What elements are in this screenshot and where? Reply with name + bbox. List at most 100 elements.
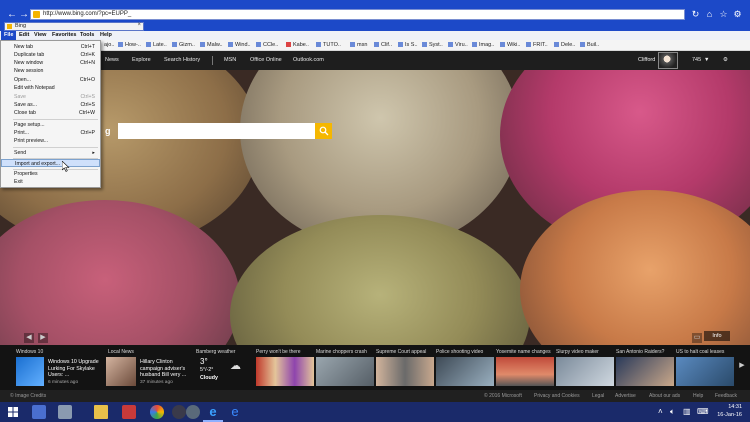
task-view-icon[interactable] [32, 405, 46, 419]
rewards-trophy-icon[interactable]: ▼ [704, 57, 709, 63]
news-category[interactable]: Supreme Court appeal [376, 349, 426, 355]
favorite-link[interactable]: Dele.. [554, 42, 575, 50]
favorite-link[interactable]: FRIT.. [526, 42, 548, 50]
news-headline[interactable]: Windows 10 Upgrade Lurking For Skylake U… [48, 359, 99, 379]
menu-item-new-window[interactable]: New window Ctrl+N [1, 59, 100, 67]
footer-link[interactable]: About our ads [649, 393, 680, 399]
news-category[interactable]: Slurpy video maker [556, 349, 599, 355]
refresh-icon[interactable]: ↻ [690, 9, 701, 20]
news-headline[interactable]: Hillary Clinton campaign adviser's husba… [140, 359, 186, 379]
menu-item-send[interactable]: Send ▸ [1, 149, 100, 157]
forward-arrow-icon[interactable]: → [18, 9, 30, 21]
news-category[interactable]: San Antonio Raiders? [616, 349, 664, 355]
footer-link[interactable]: Help [693, 393, 703, 399]
network-icon[interactable]: ▥ [683, 407, 691, 416]
menu-item-new-session[interactable]: New session [1, 67, 100, 75]
menu-view[interactable]: View [31, 31, 49, 40]
news-category[interactable]: Police shooting video [436, 349, 483, 355]
favorite-link[interactable]: Buil.. [580, 42, 599, 50]
info-button[interactable]: Info [704, 331, 730, 341]
favorite-link[interactable]: msn [350, 42, 367, 50]
news-thumbnail[interactable] [376, 357, 434, 386]
news-category[interactable]: Bamberg weather [196, 349, 235, 355]
favorite-link[interactable]: Malw.. [200, 42, 223, 50]
settings-icon[interactable] [172, 405, 186, 419]
user-name[interactable]: Clifford [638, 57, 655, 63]
prev-image-icon[interactable]: ◀ [24, 333, 34, 343]
footer-link[interactable]: Feedback [715, 393, 737, 399]
close-tab-icon[interactable]: × [137, 22, 141, 28]
address-bar[interactable]: http://www.bing.com/?pc=EUPP_ [30, 9, 685, 20]
menu-tools[interactable]: Tools [77, 31, 97, 40]
chrome-icon[interactable] [150, 405, 164, 419]
menu-item-close-tab[interactable]: Close tab Ctrl+W [1, 109, 100, 117]
footer-link[interactable]: Legal [592, 393, 604, 399]
news-category[interactable]: Perry won't be there [256, 349, 301, 355]
menu-item-print[interactable]: Print... Ctrl+P [1, 129, 100, 137]
menu-item-properties[interactable]: Properties [1, 170, 100, 178]
search-input[interactable] [118, 123, 315, 139]
edge-icon[interactable]: e [228, 405, 242, 419]
news-thumbnail[interactable] [436, 357, 494, 386]
nav-outlook[interactable]: Outlook.com [293, 57, 324, 63]
news-thumbnail[interactable] [316, 357, 374, 386]
favorite-link[interactable]: Is S.. [398, 42, 418, 50]
rewards-points[interactable]: 745 [692, 57, 701, 63]
nav-search-history[interactable]: Search History [164, 57, 200, 63]
file-explorer-icon[interactable] [94, 405, 108, 419]
news-category[interactable]: Yosemite name changes [496, 349, 551, 355]
favorite-link[interactable]: Wind.. [228, 42, 251, 50]
menu-item-edit-with-notepad[interactable]: Edit with Notepad [1, 84, 100, 92]
recycle-bin-icon[interactable] [58, 405, 72, 419]
avatar[interactable] [658, 52, 678, 69]
menu-item-open[interactable]: Open... Ctrl+O [1, 76, 100, 84]
home-icon[interactable]: ⌂ [704, 9, 715, 20]
clock-app-icon[interactable] [186, 405, 200, 419]
clock-time[interactable]: 14:31 [728, 404, 742, 410]
favorite-link[interactable]: CCle.. [256, 42, 278, 50]
news-thumbnail[interactable] [496, 357, 554, 386]
news-category[interactable]: Windows 10 [16, 349, 43, 355]
favorites-star-icon[interactable]: ☆ [718, 9, 729, 20]
footer-link[interactable]: © 2016 Microsoft [484, 393, 522, 399]
tray-up-arrow-icon[interactable]: ˄ [658, 407, 663, 416]
image-credits-link[interactable]: © Image Credits [10, 393, 46, 399]
news-category[interactable]: US to halt coal leases [676, 349, 724, 355]
favorite-link[interactable]: Clif.. [374, 42, 392, 50]
menu-help[interactable]: Help [97, 31, 115, 40]
news-category[interactable]: Local News [108, 349, 134, 355]
news-thumbnail[interactable] [256, 357, 314, 386]
favorite-link[interactable]: Wiki.. [500, 42, 520, 50]
menu-item-exit[interactable]: Exit [1, 178, 100, 186]
windows-start-icon[interactable] [6, 405, 20, 419]
clock-date[interactable]: 16-Jan-16 [717, 412, 742, 418]
menu-item-print-preview[interactable]: Print preview... [1, 137, 100, 145]
tab-bing[interactable]: Bing × [4, 22, 144, 31]
menu-item-save[interactable]: Save Ctrl+S [1, 93, 100, 101]
image-card-icon[interactable]: ▭ [692, 333, 702, 343]
favorite-link[interactable]: TUTO.. [316, 42, 341, 50]
favorite-link[interactable]: Gizm.. [172, 42, 195, 50]
favorite-link[interactable]: How-.. [118, 42, 141, 50]
menu-item-new-tab[interactable]: New tab Ctrl+T [1, 43, 100, 51]
news-thumbnail[interactable] [616, 357, 674, 386]
ccleaner-icon[interactable] [122, 405, 136, 419]
footer-link[interactable]: Advertise [615, 393, 636, 399]
menu-file[interactable]: File [1, 31, 17, 40]
favorite-link[interactable]: Kabe.. [286, 42, 309, 50]
news-thumbnail[interactable] [676, 357, 734, 386]
internet-explorer-icon[interactable]: e [206, 405, 220, 419]
speaker-icon[interactable]: 🔈︎ [670, 407, 675, 417]
settings-gear-icon[interactable]: ⚙ [732, 9, 743, 20]
menu-item-import-export[interactable]: Import and export... [1, 159, 100, 167]
menu-favorites[interactable]: Favorites [49, 31, 79, 40]
news-next-icon[interactable]: ▶ [737, 361, 747, 371]
nav-msn[interactable]: MSN [224, 57, 236, 63]
news-thumbnail[interactable] [556, 357, 614, 386]
favorite-link[interactable]: ajo.. [104, 42, 114, 50]
news-thumbnail[interactable] [106, 357, 136, 386]
nav-explore[interactable]: Explore [132, 57, 151, 63]
favorite-link[interactable]: Late.. [146, 42, 167, 50]
news-category[interactable]: Marine choppers crash [316, 349, 367, 355]
menu-item-save-as[interactable]: Save as... Ctrl+S [1, 101, 100, 109]
